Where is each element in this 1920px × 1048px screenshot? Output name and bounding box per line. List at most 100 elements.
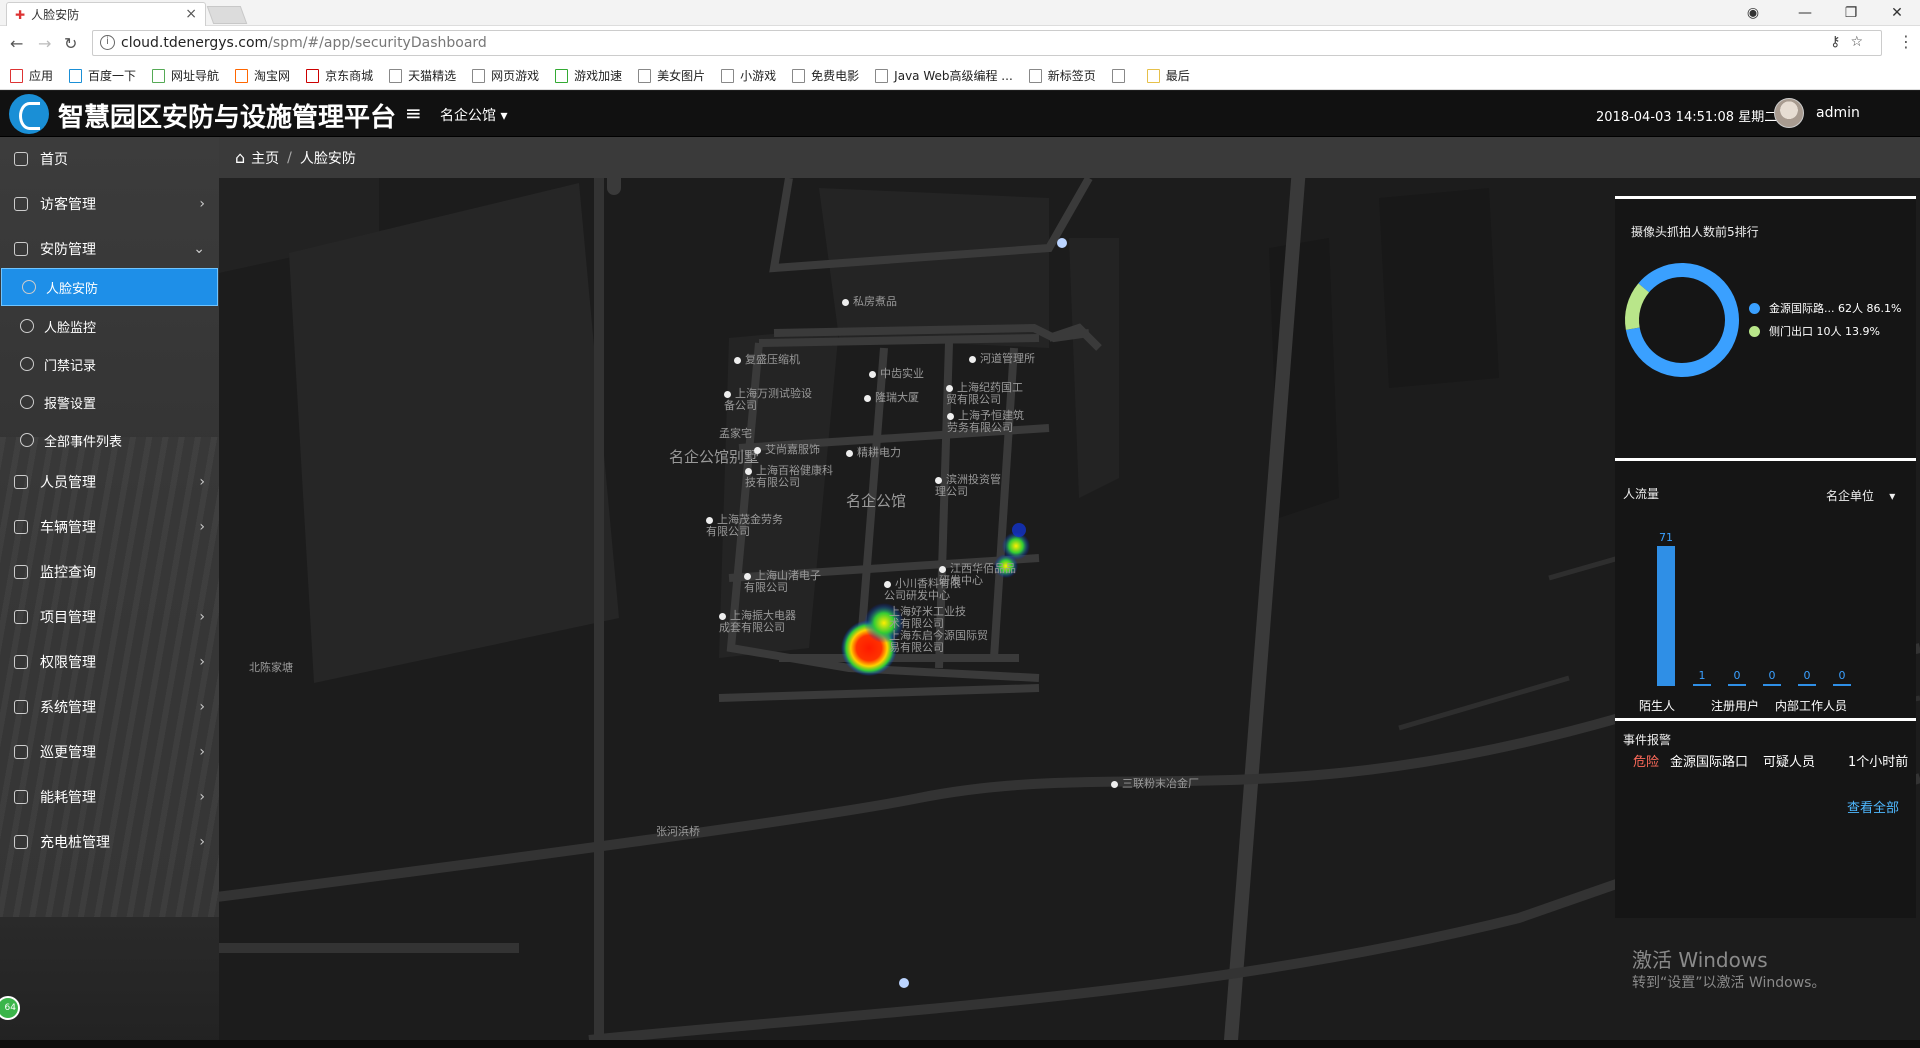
sidebar-item-patrol[interactable]: 巡更管理 › bbox=[0, 730, 219, 774]
close-tab-icon[interactable]: × bbox=[185, 6, 197, 22]
bookmark-item[interactable]: 网址导航 bbox=[152, 67, 219, 84]
bookmark-item[interactable]: Java Web高级编程 ... bbox=[875, 67, 1013, 84]
sidebar-subitem-face-monitor[interactable]: 人脸监控 bbox=[0, 307, 219, 345]
sidebar-subitem-alarm-settings[interactable]: 报警设置 bbox=[0, 383, 219, 421]
new-tab-button[interactable] bbox=[206, 6, 248, 24]
sidebar-item-energy[interactable]: 能耗管理 › bbox=[0, 775, 219, 819]
flow-bar[interactable] bbox=[1657, 546, 1675, 686]
url-input[interactable]: i cloud.tdenergys.com/spm/#/app/security… bbox=[92, 30, 1882, 56]
map-poi[interactable]: 上海万测试验设备公司 bbox=[724, 388, 814, 412]
camera-legend-item[interactable]: 金源国际路... 62人 86.1% bbox=[1749, 300, 1901, 316]
sidebar-subitem-face-security[interactable]: 人脸安防 bbox=[1, 268, 218, 306]
bookmark-item[interactable]: 天猫精选 bbox=[389, 67, 456, 84]
restore-button[interactable]: ❐ bbox=[1828, 0, 1874, 26]
hamburger-menu-icon[interactable]: ≡ bbox=[405, 101, 422, 125]
map-poi[interactable]: 滨洲投资管理公司 bbox=[935, 474, 1005, 498]
chevron-right-icon: › bbox=[199, 834, 205, 850]
map-poi[interactable]: 上海东启今源国际贸易有限公司 bbox=[889, 630, 989, 654]
bookmark-label: 小游戏 bbox=[740, 69, 777, 83]
bookmark-icon bbox=[152, 68, 166, 83]
breadcrumb: ⌂ 主页 / 人脸安防 bbox=[219, 137, 1920, 178]
sidebar-subitem-access-records[interactable]: 门禁记录 bbox=[0, 345, 219, 383]
sidebar-item-permission[interactable]: 权限管理 › bbox=[0, 640, 219, 684]
view-all-link[interactable]: 查看全部 bbox=[1847, 801, 1899, 817]
donut-slice[interactable] bbox=[1625, 283, 1650, 330]
flow-bar[interactable] bbox=[1728, 684, 1746, 686]
sidebar-item-security[interactable]: 安防管理 ⌄ bbox=[0, 227, 219, 271]
camera-legend-item[interactable]: 侧门出口 10人 13.9% bbox=[1749, 323, 1880, 339]
browser-tab[interactable]: ✚ 人脸安防 × bbox=[6, 2, 206, 26]
map-poi[interactable]: 河道管理所 bbox=[969, 353, 1035, 365]
bookmark-item[interactable]: 小游戏 bbox=[721, 67, 776, 84]
bookmark-item[interactable]: 游戏加速 bbox=[555, 67, 622, 84]
map-poi[interactable]: 三联粉末冶金厂 bbox=[1111, 778, 1199, 790]
map-poi[interactable]: 上海茂金劳务有限公司 bbox=[706, 514, 791, 538]
bookmark-item[interactable] bbox=[1111, 68, 1131, 83]
bookmark-item[interactable]: 百度一下 bbox=[69, 67, 136, 84]
profile-icon[interactable]: ◉ bbox=[1730, 0, 1776, 26]
map-poi[interactable]: 私房煮品 bbox=[842, 296, 897, 308]
sidebar-item-visitor[interactable]: 访客管理 › bbox=[0, 182, 219, 226]
flow-bar[interactable] bbox=[1798, 684, 1816, 686]
flow-bar[interactable] bbox=[1763, 684, 1781, 686]
people-flow-bar-chart[interactable]: 71 1 0 0 0 0 陌生人 注册用户 内部工作人员 bbox=[1615, 461, 1916, 721]
flow-bar[interactable] bbox=[1833, 684, 1851, 686]
map-poi[interactable]: 上海振大电器成套有限公司 bbox=[719, 610, 805, 634]
bookmark-label: 最后 bbox=[1165, 69, 1190, 83]
map-poi[interactable]: 上海百裕健康科技有限公司 bbox=[745, 465, 835, 489]
site-info-icon[interactable]: i bbox=[100, 35, 115, 50]
sidebar-item-monitor[interactable]: 监控查询 bbox=[0, 550, 219, 594]
menu-icon[interactable]: ⋮ bbox=[1898, 32, 1914, 51]
bookmark-item[interactable]: 最后 bbox=[1146, 67, 1190, 84]
map-poi[interactable]: 上海好米工业技术有限公司 bbox=[889, 606, 973, 630]
sidebar-item-label: 充电桩管理 bbox=[40, 835, 110, 851]
map-poi[interactable]: 上海山渚电子有限公司 bbox=[744, 570, 830, 594]
donut-slice[interactable] bbox=[1625, 263, 1739, 377]
map-poi[interactable]: 中齿实业 bbox=[869, 368, 924, 380]
bookmark-item[interactable]: 应用 bbox=[10, 67, 53, 84]
map-poi[interactable]: 精耕电力 bbox=[846, 447, 901, 459]
flow-bar[interactable] bbox=[1693, 684, 1711, 686]
camera-donut-chart[interactable] bbox=[1617, 255, 1747, 385]
key-star-icons[interactable]: ⚷☆ bbox=[1830, 34, 1873, 50]
bookmark-item[interactable]: 新标签页 bbox=[1028, 67, 1096, 84]
sidebar-item-system[interactable]: 系统管理 › bbox=[0, 685, 219, 729]
bookmark-item[interactable]: 网页游戏 bbox=[472, 67, 539, 84]
sidebar-item-label: 权限管理 bbox=[40, 655, 96, 671]
home-icon[interactable]: ⌂ bbox=[235, 148, 245, 167]
avatar[interactable] bbox=[1774, 98, 1804, 128]
reload-icon[interactable]: ↻ bbox=[64, 34, 77, 53]
map-poi: 孟家宅 bbox=[719, 427, 752, 440]
park-selector[interactable]: 名企公馆 ▾ bbox=[440, 105, 507, 125]
sidebar-item-project[interactable]: 项目管理 › bbox=[0, 595, 219, 639]
back-icon[interactable]: ← bbox=[10, 34, 23, 53]
map-poi[interactable]: 小川香料有限公司研发中心 bbox=[884, 578, 966, 602]
close-window-button[interactable]: ✕ bbox=[1874, 0, 1920, 26]
map-poi[interactable]: 艾尚嘉服饰 bbox=[754, 444, 820, 456]
breadcrumb-home[interactable]: 主页 bbox=[251, 148, 279, 168]
bookmark-item[interactable]: 淘宝网 bbox=[235, 67, 290, 84]
bookmark-icon bbox=[721, 68, 735, 83]
map-poi[interactable]: 上海予恒建筑劳务有限公司 bbox=[947, 410, 1031, 434]
bookmark-item[interactable]: 美女图片 bbox=[638, 67, 705, 84]
bookmark-icon bbox=[235, 68, 249, 83]
bookmark-item[interactable]: 免费电影 bbox=[792, 67, 859, 84]
minimize-button[interactable]: — bbox=[1782, 0, 1828, 26]
project-icon bbox=[14, 610, 28, 624]
sidebar-subitem-all-events[interactable]: 全部事件列表 bbox=[0, 421, 219, 459]
username[interactable]: admin bbox=[1816, 105, 1860, 121]
gear-icon bbox=[14, 700, 28, 714]
tab-title: 人脸安防 bbox=[31, 8, 80, 22]
visitor-icon bbox=[14, 197, 28, 211]
map-poi[interactable]: 隆瑞大厦 bbox=[864, 392, 919, 404]
sidebar-item-charger[interactable]: 充电桩管理 › bbox=[0, 820, 219, 864]
bookmark-icon bbox=[10, 68, 23, 83]
sidebar-item-vehicle[interactable]: 车辆管理 › bbox=[0, 505, 219, 549]
chevron-right-icon: › bbox=[199, 744, 205, 760]
map-poi[interactable]: 上海纪药国工贸有限公司 bbox=[946, 382, 1030, 406]
forward-icon[interactable]: → bbox=[38, 34, 51, 53]
map-poi[interactable]: 复盛压缩机 bbox=[734, 354, 800, 366]
bookmark-item[interactable]: 京东商城 bbox=[306, 67, 373, 84]
sidebar-item-people[interactable]: 人员管理 › bbox=[0, 460, 219, 504]
sidebar-item-home[interactable]: 首页 bbox=[0, 137, 219, 181]
